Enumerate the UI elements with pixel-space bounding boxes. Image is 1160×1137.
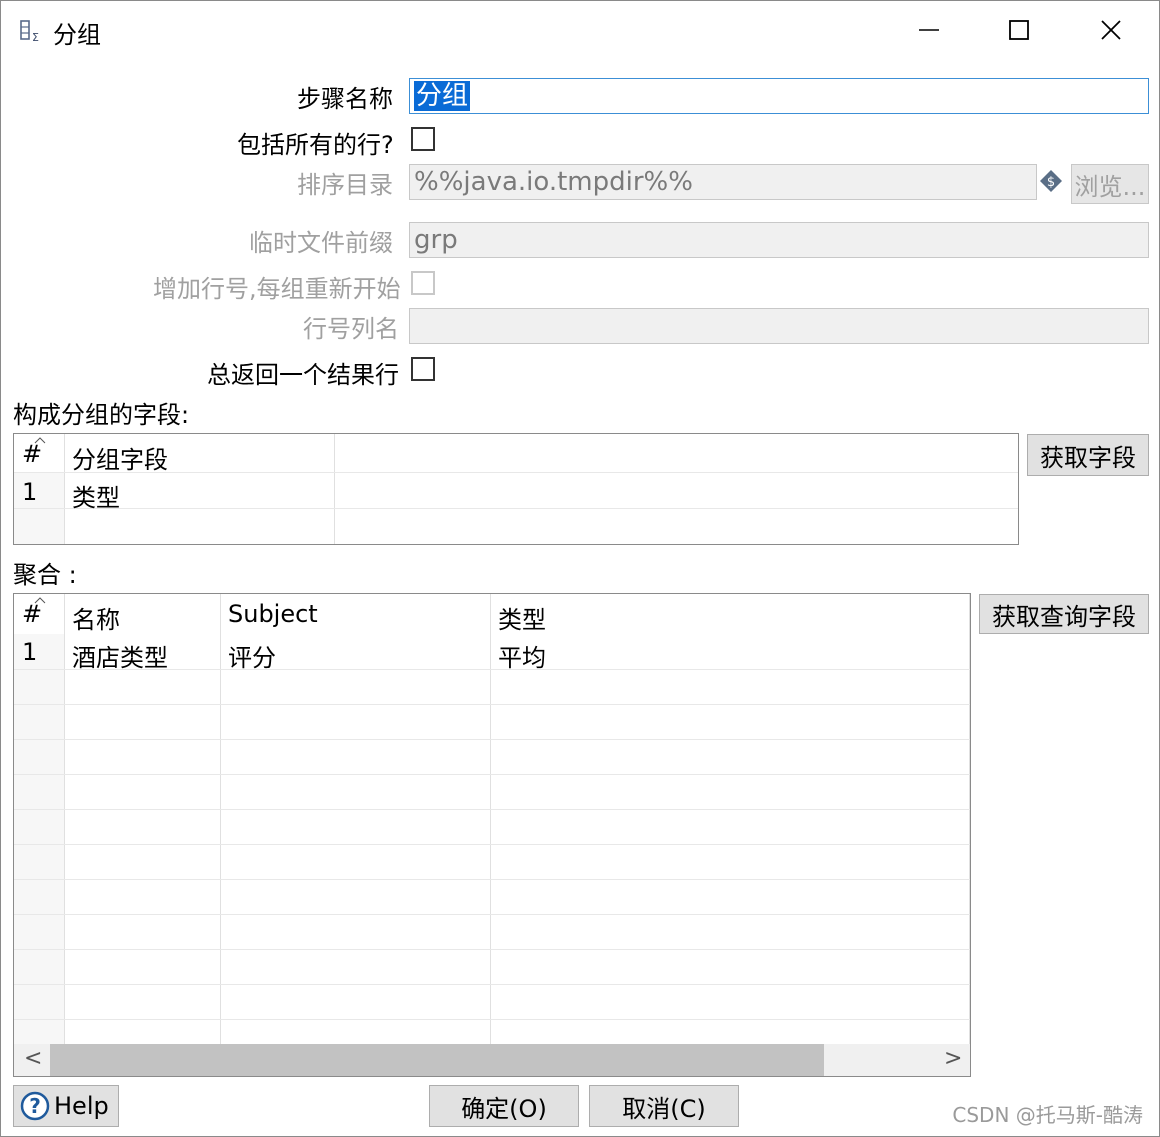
- table-cell-name[interactable]: 酒店类型: [66, 638, 168, 673]
- always-return-row-label: 总返回一个结果行: [207, 361, 399, 389]
- sort-directory-label: 排序目录: [297, 171, 393, 199]
- column-header-subject[interactable]: Subject: [222, 600, 318, 628]
- minimize-button[interactable]: [883, 1, 975, 59]
- help-label: Help: [54, 1092, 109, 1120]
- group-fields-table[interactable]: # 分组字段 1 类型: [13, 433, 1019, 545]
- scroll-right-arrow[interactable]: >: [944, 1046, 962, 1071]
- close-icon: [1101, 20, 1121, 40]
- include-all-rows-checkbox[interactable]: [411, 127, 435, 151]
- minimize-icon: [919, 29, 939, 31]
- line-number-field-label: 行号列名: [303, 315, 399, 343]
- cancel-button[interactable]: 取消(C): [589, 1085, 739, 1127]
- get-fields-button[interactable]: 获取字段: [1027, 434, 1149, 476]
- column-header-type[interactable]: 类型: [492, 600, 546, 635]
- line-number-field-input[interactable]: [409, 308, 1149, 344]
- aggregates-table[interactable]: # 名称 Subject 类型 1 酒店类型 评分 平均 < >: [13, 593, 971, 1077]
- step-name-input[interactable]: 分组: [409, 78, 1149, 114]
- add-line-number-checkbox[interactable]: [411, 271, 435, 295]
- svg-text:?: ?: [29, 1094, 41, 1118]
- sort-indicator-icon: [34, 437, 46, 444]
- aggregates-title: 聚合 :: [13, 561, 77, 589]
- table-row-number: 1: [22, 638, 38, 666]
- horizontal-scrollbar[interactable]: < >: [14, 1044, 970, 1076]
- window-title: 分组: [53, 21, 101, 49]
- sort-directory-input[interactable]: %%java.io.tmpdir%%: [409, 164, 1037, 200]
- table-cell-subject[interactable]: 评分: [222, 638, 276, 673]
- step-name-value: 分组: [414, 81, 471, 111]
- column-header-number[interactable]: #: [16, 440, 42, 468]
- close-button[interactable]: [1065, 1, 1157, 59]
- column-header-group-field[interactable]: 分组字段: [66, 440, 168, 475]
- scroll-left-arrow[interactable]: <: [24, 1046, 42, 1071]
- table-row-number: 1: [22, 478, 38, 506]
- column-header-number[interactable]: #: [16, 600, 42, 628]
- group-by-icon: Σ: [20, 20, 39, 43]
- group-fields-title: 构成分组的字段:: [13, 401, 190, 429]
- variable-icon[interactable]: $: [1039, 169, 1063, 193]
- help-button[interactable]: ? Help: [13, 1085, 119, 1127]
- column-header-name[interactable]: 名称: [66, 600, 120, 635]
- svg-text:Σ: Σ: [32, 31, 39, 43]
- sort-indicator-icon: [34, 597, 46, 604]
- group-by-dialog: Σ 分组 步骤名称 分组 包括所有的行? 排序目录 %%java.io.tmpd…: [0, 0, 1160, 1137]
- table-cell-type[interactable]: 平均: [492, 638, 546, 673]
- step-name-label: 步骤名称: [297, 85, 393, 113]
- table-cell-group-field[interactable]: 类型: [66, 478, 120, 513]
- scrollbar-thumb[interactable]: [50, 1044, 824, 1076]
- browse-button[interactable]: 浏览...: [1071, 164, 1149, 204]
- always-return-row-checkbox[interactable]: [411, 357, 435, 381]
- help-icon: ?: [20, 1091, 50, 1121]
- ok-button[interactable]: 确定(O): [429, 1085, 579, 1127]
- svg-text:$: $: [1047, 175, 1055, 190]
- maximize-button[interactable]: [973, 1, 1065, 59]
- get-lookup-fields-button[interactable]: 获取查询字段: [979, 594, 1149, 634]
- maximize-icon: [1009, 20, 1029, 40]
- include-all-rows-label: 包括所有的行?: [237, 131, 394, 159]
- temp-file-prefix-input[interactable]: grp: [409, 222, 1149, 258]
- watermark: CSDN @托马斯-酷涛: [952, 1103, 1143, 1127]
- title-bar: Σ 分组: [1, 1, 1159, 59]
- temp-file-prefix-label: 临时文件前缀: [249, 229, 393, 257]
- add-line-number-label: 增加行号,每组重新开始: [153, 275, 401, 303]
